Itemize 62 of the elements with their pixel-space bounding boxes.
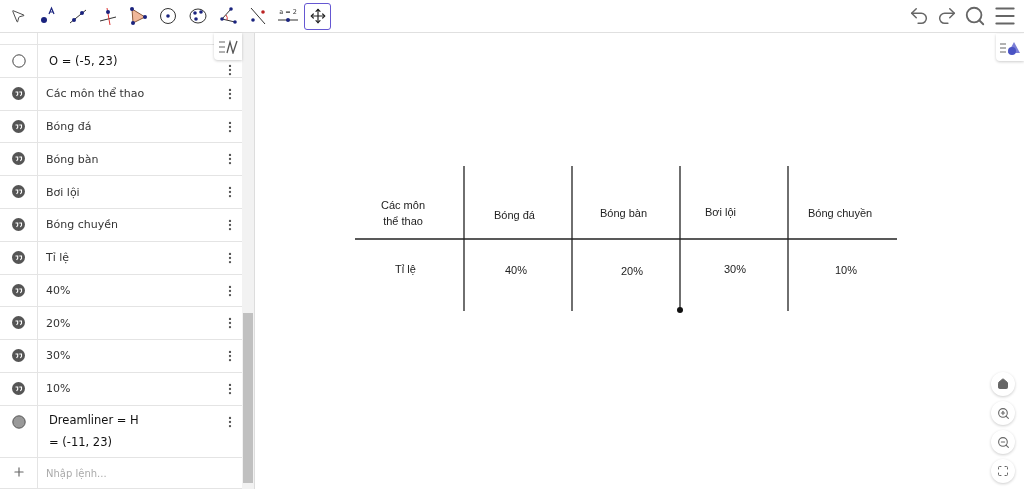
home-button[interactable] (991, 372, 1015, 396)
zoom-out-icon (996, 435, 1010, 449)
canvas-text: 40% (505, 263, 528, 278)
fullscreen-icon (997, 465, 1009, 477)
canvas-text: Bóng đá (494, 208, 535, 223)
undo-icon (908, 5, 930, 27)
algebra-text: Tỉ lệ (46, 251, 71, 265)
canvas-text: 30% (724, 262, 747, 277)
ellipse-icon (187, 6, 208, 26)
scrollbar[interactable] (242, 33, 254, 489)
plus-icon (11, 465, 26, 480)
algebra-text: Các môn thể thao (46, 87, 146, 101)
angle-icon (217, 6, 238, 26)
canvas-text: 10% (835, 263, 858, 278)
quote-icon[interactable] (12, 119, 25, 133)
style-bar-button[interactable] (996, 34, 1024, 61)
quote-icon[interactable] (12, 349, 25, 363)
algebra-text: 10% (46, 382, 72, 396)
move-icon (309, 8, 326, 24)
pointer-icon (9, 8, 26, 24)
algebra-definition: Dreamliner = H (48, 413, 140, 428)
canvas-text: Các môn thể thao (381, 198, 426, 229)
canvas-text: 20% (621, 264, 644, 279)
quote-icon[interactable] (12, 381, 25, 395)
quote-icon[interactable] (12, 152, 25, 166)
algebra-text: Bóng chuyền (46, 218, 119, 232)
circle-icon (157, 6, 178, 26)
canvas-text: Bóng bàn (600, 206, 648, 221)
algebra-text: Bơi lội (46, 185, 81, 199)
canvas-text: Bơi lội (705, 205, 737, 220)
canvas-text: Tỉ lệ (395, 262, 416, 277)
perpendicular-icon (97, 6, 118, 26)
quote-icon[interactable] (12, 283, 25, 297)
algebra-icon (218, 39, 238, 54)
algebra-definition: O = (-5, 23) (48, 53, 119, 68)
zoom-in-button[interactable] (991, 401, 1015, 425)
triangle-icon (127, 6, 148, 26)
zoom-in-icon (996, 406, 1010, 420)
redo-button[interactable] (936, 5, 958, 27)
algebra-text: 40% (46, 283, 72, 297)
algebra-value: = (-11, 23) (48, 435, 113, 450)
quote-icon[interactable] (12, 218, 25, 231)
undo-button[interactable] (908, 5, 930, 27)
algebra-text: 30% (46, 349, 72, 363)
algebra-text: Bóng bàn (46, 152, 100, 166)
zoom-out-button[interactable] (991, 430, 1015, 454)
tool-button[interactable] (304, 2, 331, 30)
fullscreen-button[interactable] (991, 459, 1015, 483)
quote-icon[interactable] (12, 185, 25, 199)
algebra-text: 20% (46, 316, 72, 330)
canvas-text: Bóng chuyền (808, 206, 873, 221)
visibility-icon[interactable] (11, 53, 26, 68)
quote-icon[interactable] (12, 86, 25, 100)
quote-icon[interactable] (12, 250, 25, 264)
algebra-text: Bóng đá (46, 120, 93, 134)
redo-icon (936, 5, 958, 27)
search-button[interactable] (964, 5, 986, 27)
visibility-icon[interactable] (11, 414, 26, 429)
home-icon (997, 378, 1009, 390)
search-icon (964, 5, 986, 27)
algebra-toggle-button[interactable] (214, 33, 242, 60)
quote-icon[interactable] (12, 316, 25, 330)
